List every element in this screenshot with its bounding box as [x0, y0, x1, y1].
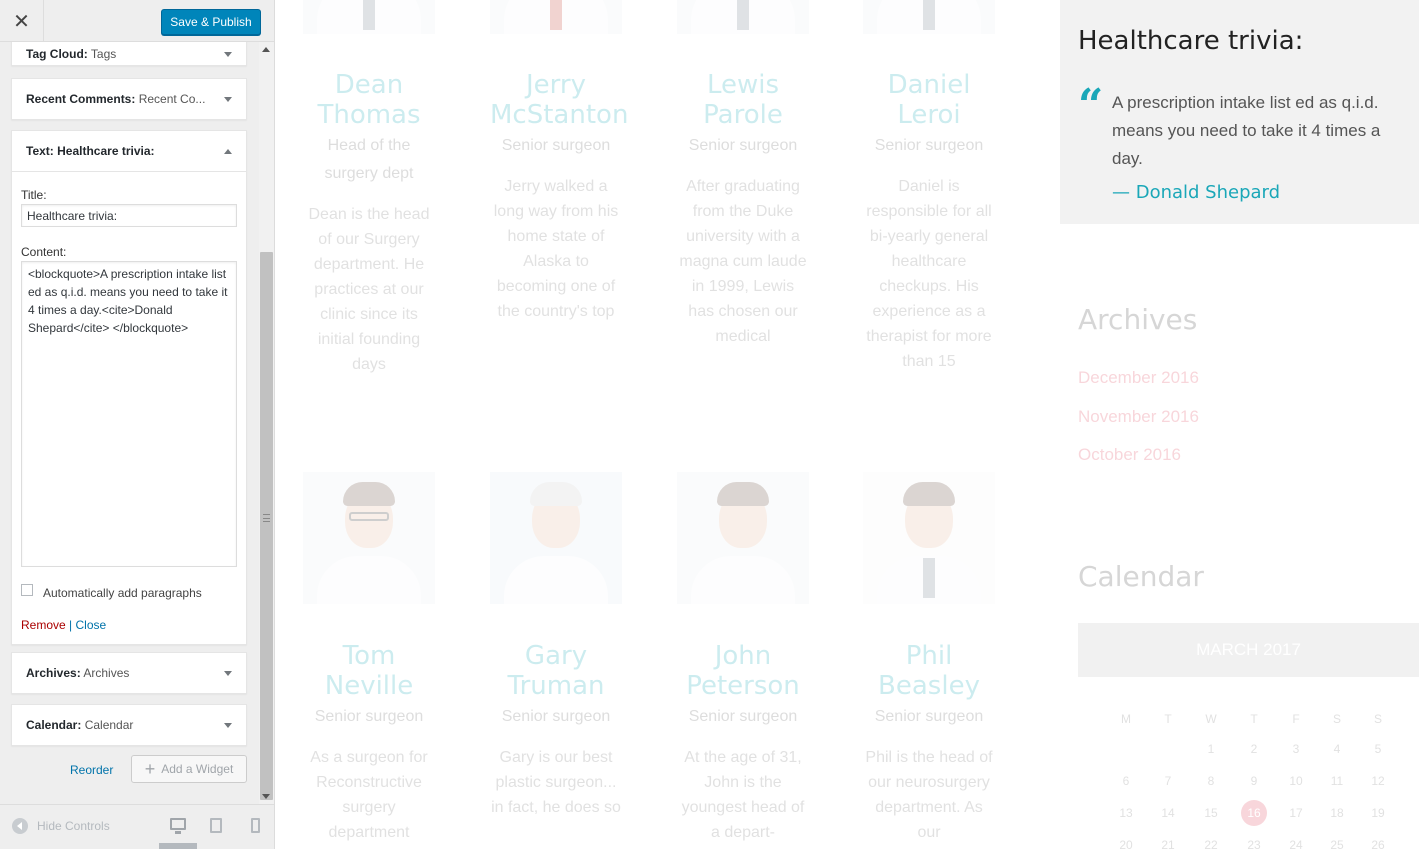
widget-calendar[interactable]: Calendar: Calendar: [11, 704, 247, 746]
widget-type: Text:: [26, 144, 54, 158]
content-label: Content:: [21, 245, 67, 259]
widget-type: Tag Cloud:: [26, 47, 88, 61]
separator: |: [69, 618, 73, 632]
customizer-panel: ✕ Save & Publish Tag Cloud: Tags Recent …: [0, 0, 275, 849]
archive-link[interactable]: November 2016: [1078, 407, 1199, 427]
calendar-day[interactable]: 4: [1322, 742, 1352, 756]
widget-form: Title: Content: Automatically add paragr…: [12, 171, 246, 644]
calendar-day[interactable]: 14: [1153, 806, 1183, 820]
widget-title: Calendar: [84, 718, 134, 732]
calendar-day[interactable]: 9: [1239, 774, 1269, 788]
widget-text[interactable]: Text: Healthcare trivia: Title: Content:…: [11, 130, 247, 645]
autop-row: Automatically add paragraphs: [21, 584, 237, 600]
widget-type: Recent Comments:: [26, 92, 136, 106]
widget-title: Tags: [90, 47, 117, 61]
calendar-day[interactable]: 12: [1363, 774, 1393, 788]
calendar-day[interactable]: 17: [1281, 806, 1311, 820]
hide-controls-button[interactable]: Hide Controls: [12, 818, 110, 834]
calendar-day[interactable]: 5: [1363, 742, 1393, 756]
widget-list: Tag Cloud: Tags Recent Comments: Recent …: [0, 42, 260, 802]
calendar-heading: Calendar: [1078, 560, 1204, 593]
widget-header[interactable]: Calendar: Calendar: [12, 705, 246, 745]
scrollbar[interactable]: [259, 42, 274, 804]
archive-link[interactable]: December 2016: [1078, 368, 1199, 388]
add-widget-button[interactable]: + Add a Widget: [131, 755, 247, 783]
widget-type: Calendar:: [26, 718, 82, 732]
widget-title: Recent Co...: [138, 92, 206, 106]
calendar-day[interactable]: 7: [1153, 774, 1183, 788]
archive-link[interactable]: October 2016: [1078, 445, 1181, 465]
calendar-day[interactable]: 24: [1281, 838, 1311, 849]
widget-type: Archives:: [26, 666, 81, 680]
calendar-day[interactable]: 3: [1281, 742, 1311, 756]
calendar-weekday: T: [1164, 712, 1172, 726]
customizer-header: ✕ Save & Publish: [0, 0, 274, 42]
calendar-day[interactable]: 16: [1239, 806, 1269, 820]
calendar-weekday: S: [1332, 712, 1341, 726]
calendar-day[interactable]: 1: [1196, 742, 1226, 756]
close-link[interactable]: Close: [76, 618, 107, 632]
reorder-link[interactable]: Reorder: [70, 763, 113, 777]
widget-tag-cloud[interactable]: Tag Cloud: Tags: [11, 42, 247, 66]
calendar-day[interactable]: 18: [1322, 806, 1352, 820]
remove-link[interactable]: Remove: [21, 618, 66, 632]
calendar-day[interactable]: 11: [1322, 774, 1352, 788]
widget-archives[interactable]: Archives: Archives: [11, 652, 247, 694]
widget-title: Healthcare trivia:: [57, 144, 155, 158]
active-device-indicator: [159, 843, 197, 849]
archives-heading: Archives: [1078, 303, 1198, 336]
hide-controls-label: Hide Controls: [37, 819, 110, 833]
tablet-icon[interactable]: [210, 818, 222, 833]
desktop-icon[interactable]: [170, 818, 186, 834]
collapse-icon: [12, 818, 28, 834]
mobile-icon[interactable]: [251, 818, 260, 833]
grip-icon: [263, 514, 270, 522]
scroll-up-icon[interactable]: [262, 47, 270, 52]
customizer-footer: Hide Controls: [0, 804, 274, 849]
chevron-down-icon[interactable]: [224, 722, 232, 728]
calendar-day[interactable]: 13: [1111, 806, 1141, 820]
widget-header[interactable]: Recent Comments: Recent Co...: [12, 79, 246, 119]
calendar-day[interactable]: 15: [1196, 806, 1226, 820]
calendar-weekday: M: [1121, 712, 1131, 726]
chevron-up-icon[interactable]: [224, 148, 232, 154]
calendar-day[interactable]: 22: [1196, 838, 1226, 849]
calendar-day[interactable]: 6: [1111, 774, 1141, 788]
calendar-day[interactable]: 26: [1363, 838, 1393, 849]
add-widget-label: Add a Widget: [161, 762, 234, 776]
widget-header[interactable]: Text: Healthcare trivia:: [12, 131, 246, 171]
calendar-day[interactable]: 8: [1196, 774, 1226, 788]
scrollbar-thumb[interactable]: [260, 252, 273, 800]
save-publish-button[interactable]: Save & Publish: [161, 9, 261, 35]
calendar-weekday: T: [1250, 712, 1258, 726]
chevron-down-icon[interactable]: [224, 670, 232, 676]
content-textarea[interactable]: [21, 261, 237, 567]
close-icon[interactable]: ✕: [0, 0, 44, 42]
chevron-down-icon[interactable]: [224, 96, 232, 102]
widget-header[interactable]: Archives: Archives: [12, 653, 246, 693]
title-label: Title:: [21, 188, 47, 202]
plus-icon: +: [144, 758, 156, 779]
widget-header[interactable]: Tag Cloud: Tags: [12, 42, 246, 65]
calendar-day[interactable]: 21: [1153, 838, 1183, 849]
calendar-weekday: S: [1373, 712, 1382, 726]
scroll-down-icon[interactable]: [262, 794, 270, 799]
chevron-down-icon[interactable]: [224, 51, 232, 57]
widget-recent-comments[interactable]: Recent Comments: Recent Co...: [11, 78, 247, 120]
widget-title: Archives: [83, 666, 130, 680]
calendar-day[interactable]: 2: [1239, 742, 1269, 756]
autop-label: Automatically add paragraphs: [43, 586, 202, 600]
widget-actions: Remove | Close: [21, 618, 237, 632]
calendar-weekday: W: [1205, 712, 1217, 726]
calendar-month: MARCH 2017: [1078, 623, 1419, 677]
calendar-day[interactable]: 23: [1239, 838, 1269, 849]
autop-checkbox[interactable]: [21, 584, 33, 596]
calendar-day[interactable]: 25: [1322, 838, 1352, 849]
calendar-day[interactable]: 19: [1363, 806, 1393, 820]
calendar-weekday: F: [1292, 712, 1300, 726]
title-input[interactable]: [21, 204, 237, 227]
calendar-day[interactable]: 20: [1111, 838, 1141, 849]
site-preview: Dean Thomas Head of the surgery dept Dea…: [275, 0, 1419, 849]
calendar-day[interactable]: 10: [1281, 774, 1311, 788]
